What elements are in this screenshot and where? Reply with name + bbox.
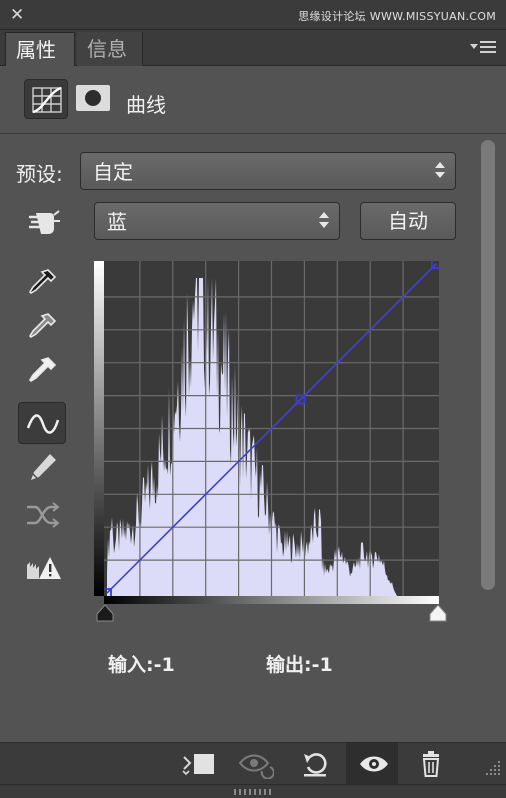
channel-select[interactable]: 蓝	[94, 202, 340, 240]
histogram	[107, 278, 397, 596]
reset-icon[interactable]	[286, 743, 338, 785]
delete-icon[interactable]	[404, 743, 456, 785]
black-point-slider-icon[interactable]	[95, 604, 115, 622]
output-gradient-bar	[94, 261, 104, 596]
layer-mask-icon[interactable]	[76, 85, 110, 111]
divider	[0, 133, 506, 134]
input-gradient-bar	[104, 596, 439, 604]
scrollbar-thumb[interactable]	[481, 140, 495, 590]
clip-to-layer-icon[interactable]	[168, 743, 220, 785]
close-icon[interactable]: ✕	[10, 6, 24, 24]
white-point-eyedropper-icon[interactable]	[18, 350, 66, 392]
drag-grip-icon[interactable]	[232, 788, 272, 796]
smooth-icon[interactable]	[18, 494, 66, 536]
curve-plot[interactable]	[102, 259, 441, 598]
visibility-eye-icon[interactable]	[346, 743, 398, 785]
histogram-shape	[107, 278, 397, 596]
curve-grid[interactable]	[102, 259, 441, 598]
preset-value: 自定	[93, 160, 133, 184]
select-arrows-icon	[435, 162, 445, 180]
clipping-warning-icon[interactable]	[18, 548, 66, 590]
panel-menu-icon[interactable]	[470, 41, 496, 55]
panel-bottom-strip	[0, 784, 506, 798]
auto-button[interactable]: 自动	[360, 202, 456, 240]
tab-info[interactable]: 信息	[77, 32, 143, 66]
panel-title-bar: ✕ 思缘设计论坛 WWW.MISSYUAN.COM	[0, 0, 506, 30]
gray-point-eyedropper-icon[interactable]	[18, 306, 66, 348]
select-arrows-icon	[319, 212, 329, 230]
preset-select[interactable]: 自定	[80, 152, 456, 190]
panel-tabs: 属性 信息	[0, 30, 506, 66]
input-readout: 输入:-1	[108, 654, 175, 676]
scrollbar[interactable]	[478, 140, 496, 738]
pencil-icon[interactable]	[18, 446, 66, 488]
black-point-eyedropper-icon[interactable]	[18, 262, 66, 304]
resize-grip-icon[interactable]	[484, 759, 502, 777]
curves-adjustment-icon[interactable]	[24, 79, 68, 119]
curve-points-icon[interactable]	[18, 402, 66, 444]
curves-graph[interactable]	[92, 258, 452, 628]
panel-footer	[0, 742, 506, 785]
view-previous-state-icon[interactable]	[226, 743, 278, 785]
preset-label: 预设:	[16, 162, 63, 186]
on-image-adjust-icon[interactable]	[20, 202, 68, 244]
adjustment-title: 曲线	[126, 93, 166, 117]
channel-value: 蓝	[107, 210, 127, 234]
white-point-slider-icon[interactable]	[428, 604, 448, 622]
watermark: 思缘设计论坛 WWW.MISSYUAN.COM	[298, 10, 496, 23]
adjustment-header: 曲线	[0, 67, 506, 133]
tab-properties[interactable]: 属性	[5, 32, 75, 66]
output-readout: 输出:-1	[266, 654, 333, 676]
